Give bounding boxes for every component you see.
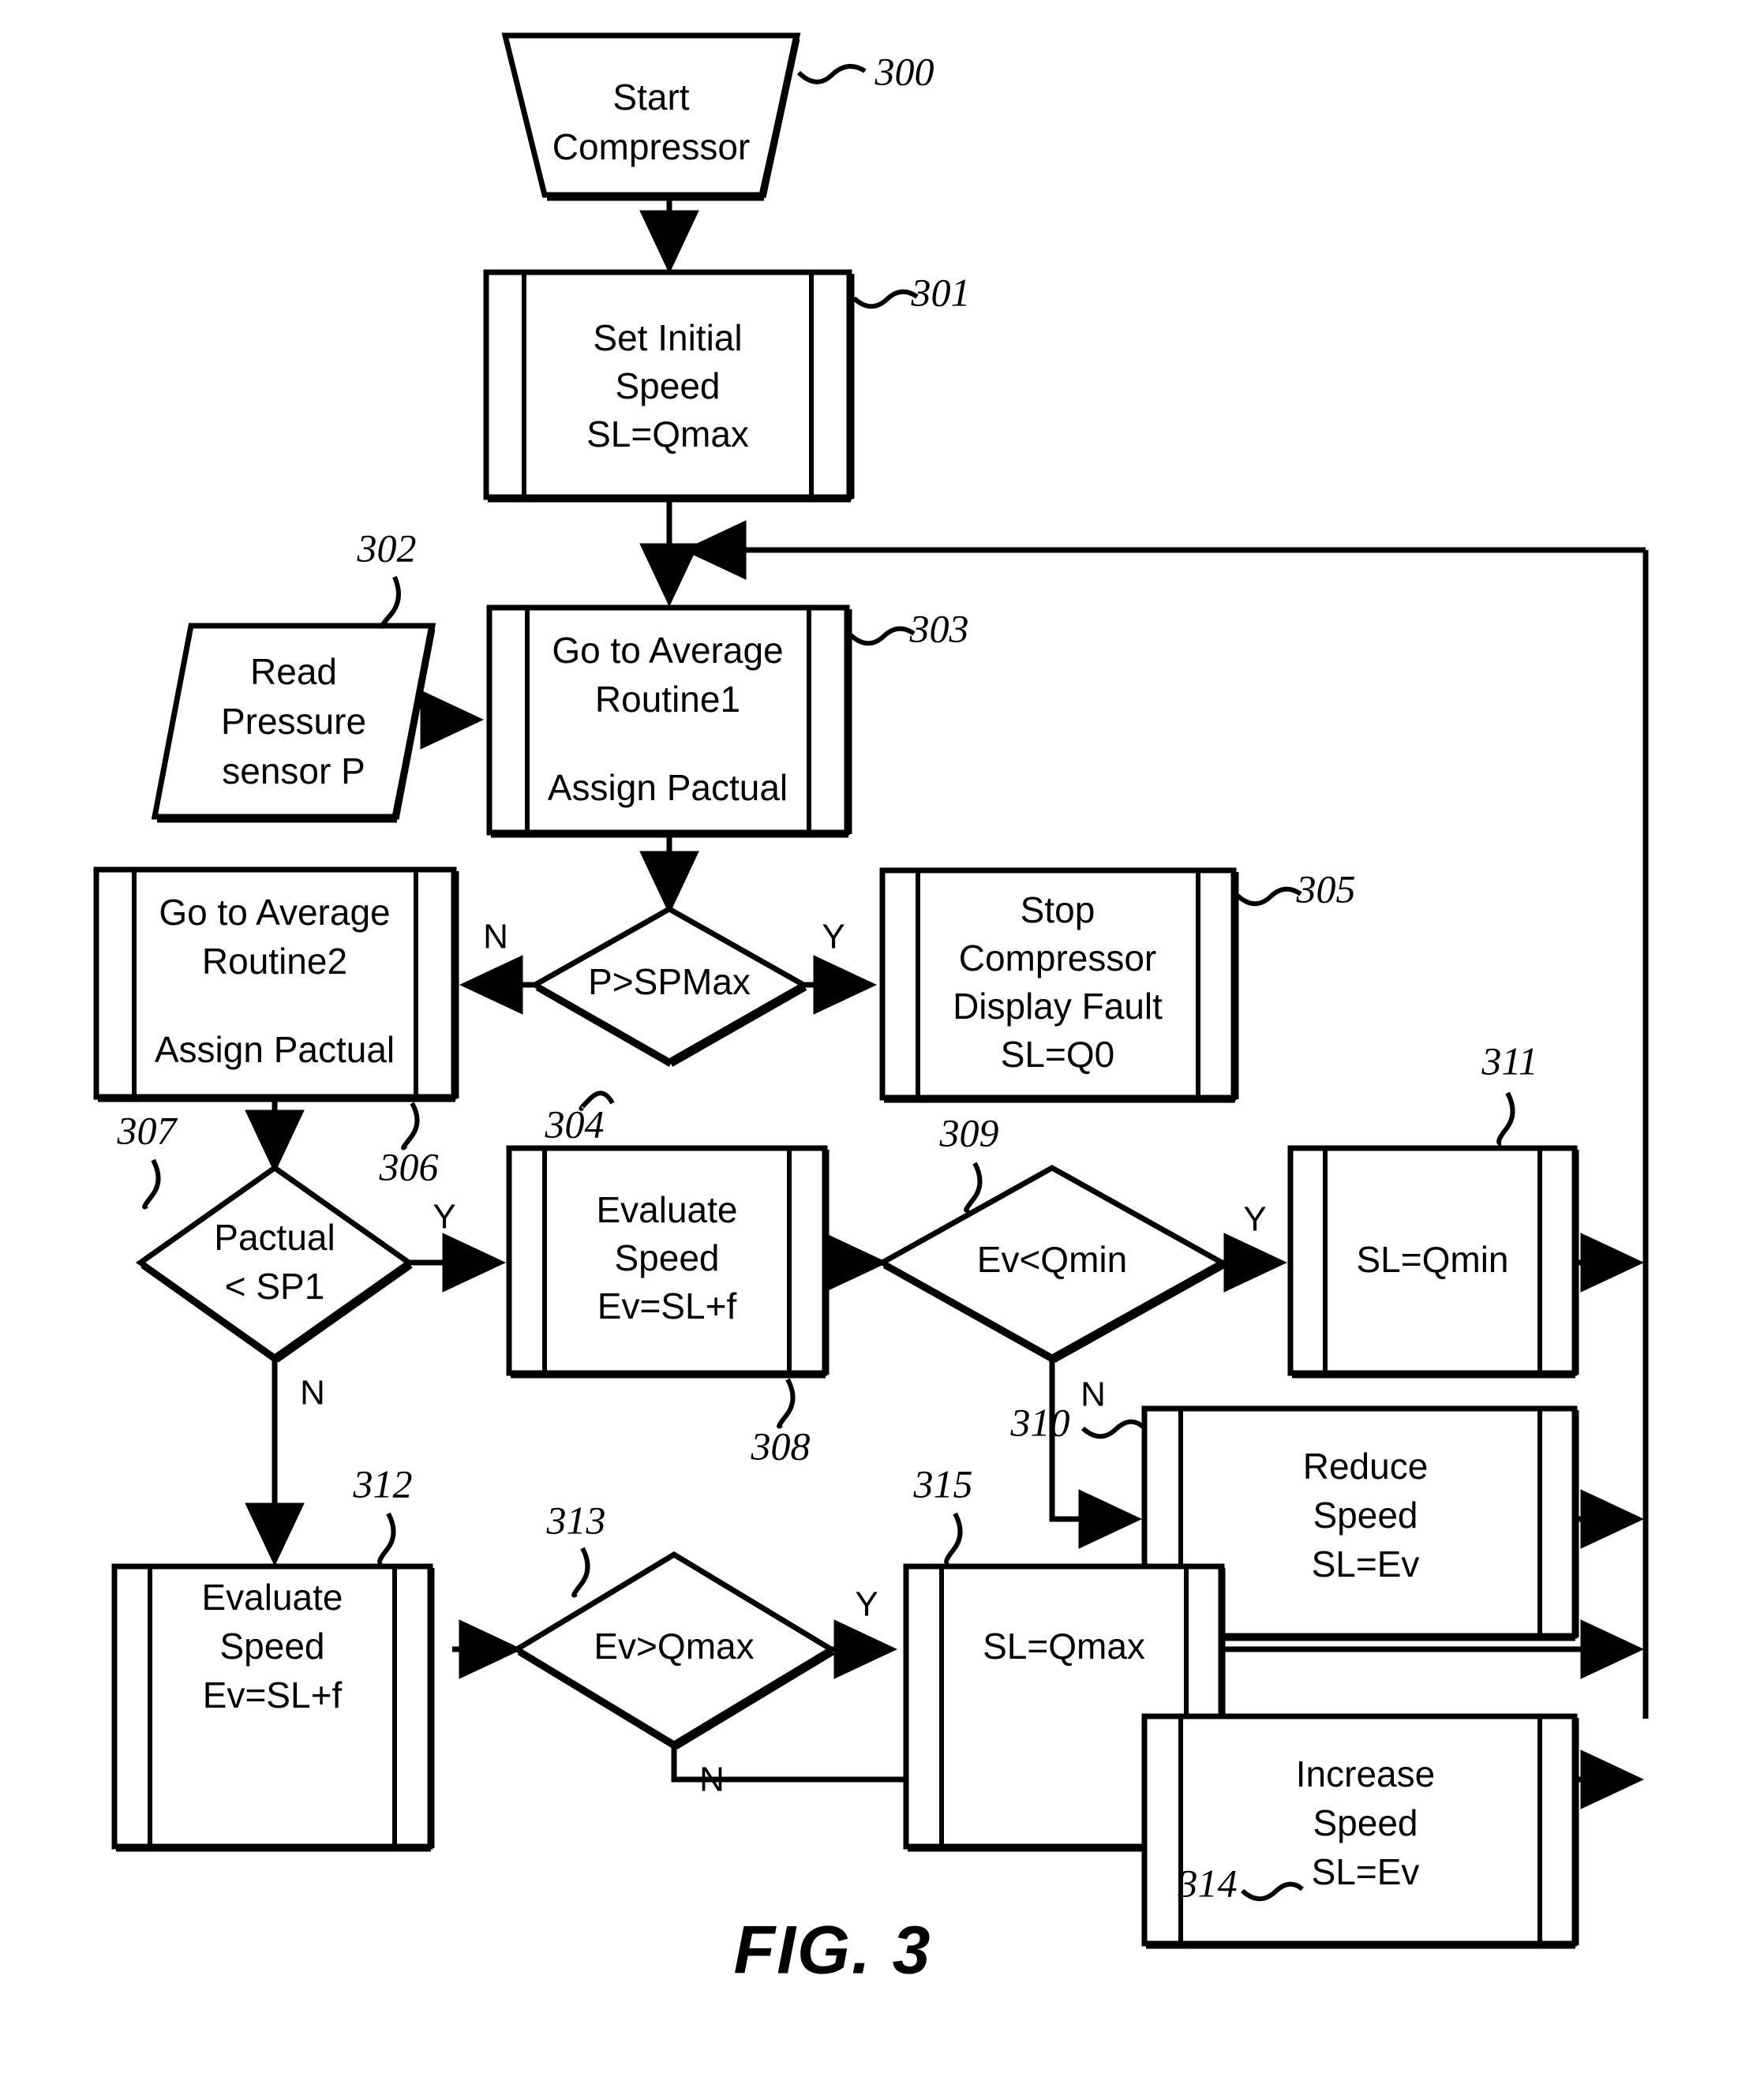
node-sl-eq-qmin[interactable]: SL=Qmin 311 [1287, 1038, 1579, 1379]
node-ev-gt-qmax[interactable]: Ev>Qmax 313 Y N [511, 1498, 878, 1799]
leader-302 [379, 575, 401, 629]
305-label-line1: Stop [1021, 889, 1095, 930]
307-diamond-shape [135, 1164, 414, 1361]
310-label-line2: Speed [1313, 1495, 1418, 1536]
ref-303: 303 [909, 606, 969, 650]
306-label-top-line2: Routine2 [202, 941, 347, 982]
node-set-initial-speed[interactable]: Set Initial Speed SL=Qmax 301 [483, 269, 971, 503]
leader-301 [852, 289, 919, 309]
313-label: Ev>Qmax [594, 1626, 754, 1667]
patent-figure-3: Start Compressor 300 Set Initial Speed S… [0, 0, 1764, 2088]
leader-312 [377, 1512, 396, 1566]
311-label: SL=Qmin [1356, 1239, 1508, 1280]
leader-309 [964, 1162, 983, 1213]
303-label-top-line2: Routine1 [595, 679, 740, 720]
309-branch-no: N [1080, 1375, 1106, 1414]
leader-303 [848, 626, 916, 646]
ref-307: 307 [117, 1108, 178, 1152]
314-label-line3: SL=Ev [1312, 1851, 1420, 1892]
312-label-line2: Speed [219, 1626, 324, 1667]
309-label: Ev<Qmin [977, 1239, 1127, 1280]
node-ev-lt-qmin[interactable]: Ev<Qmin 309 Y N [876, 1110, 1267, 1414]
306-label-bottom-line1: Assign Pactual [155, 1029, 395, 1070]
301-label-line1: Set Initial [593, 317, 742, 358]
310-label-line3: SL=Ev [1312, 1544, 1420, 1585]
node-average-routine1[interactable]: Go to Average Routine1 Assign Pactual 30… [486, 604, 969, 838]
leader-300 [796, 64, 867, 84]
leader-307 [142, 1158, 161, 1210]
node-increase-speed[interactable]: Increase Speed SL=Ev 314 [1141, 1713, 1579, 1949]
ref-308: 308 [751, 1424, 811, 1468]
start-label-line2: Compressor [552, 126, 751, 167]
306-label-top-line1: Go to Average [159, 892, 390, 933]
ref-302: 302 [357, 526, 417, 570]
start-label-line1: Start [612, 77, 689, 118]
leader-315 [944, 1512, 963, 1566]
node-start-compressor[interactable]: Start Compressor 300 [501, 32, 934, 201]
313-branch-yes: Y [855, 1585, 878, 1624]
303-label-bottom-line1: Assign Pactual [548, 767, 788, 808]
310-label-line1: Reduce [1303, 1446, 1429, 1487]
ref-313: 313 [546, 1498, 606, 1542]
309-branch-yes: Y [1243, 1200, 1266, 1239]
ref-300: 300 [875, 49, 934, 93]
305-label-line2: Compressor [959, 937, 1157, 979]
304-label: P>SPMax [588, 961, 751, 1002]
ref-311: 311 [1481, 1038, 1537, 1083]
308-label-line1: Evaluate [596, 1189, 737, 1230]
305-label-line4: SL=Q0 [1001, 1034, 1115, 1075]
307-label-line1: Pactual [214, 1217, 335, 1258]
leader-313 [571, 1547, 590, 1598]
ref-309: 309 [939, 1110, 999, 1154]
ref-314: 314 [1178, 1861, 1238, 1905]
ref-310: 310 [1010, 1400, 1070, 1444]
302-label-line2: Pressure [221, 701, 366, 742]
314-label-line1: Increase [1296, 1753, 1435, 1794]
301-label-line2: Speed [615, 365, 720, 406]
leader-311 [1496, 1091, 1515, 1146]
ref-312: 312 [353, 1461, 413, 1506]
312-label-line3: Ev=SL+f [203, 1675, 343, 1716]
302-label-line1: Read [250, 651, 337, 692]
308-label-line2: Speed [614, 1237, 719, 1278]
ref-306: 306 [379, 1144, 439, 1188]
315-label: SL=Qmax [983, 1626, 1145, 1667]
figure-caption: FIG. 3 [734, 1913, 932, 1989]
314-label-line2: Speed [1313, 1802, 1418, 1843]
308-label-line3: Ev=SL+f [597, 1285, 737, 1327]
313-branch-no: N [699, 1761, 725, 1799]
leader-310 [1080, 1419, 1144, 1439]
307-branch-yes: Y [433, 1198, 455, 1237]
304-branch-yes: Y [822, 918, 845, 956]
leader-308 [777, 1378, 796, 1429]
node-evaluate-speed-a[interactable]: Evaluate Speed Ev=SL+f 308 [506, 1145, 830, 1468]
leader-306 [401, 1102, 420, 1151]
302-label-line3: sensor P [222, 750, 365, 791]
303-label-top-line1: Go to Average [552, 630, 783, 671]
307-label-line2: < SP1 [225, 1266, 325, 1307]
node-read-pressure-sensor[interactable]: Read Pressure sensor P 302 [151, 526, 436, 823]
node-stop-compressor[interactable]: Stop Compressor Display Fault SL=Q0 305 [879, 866, 1356, 1103]
ref-315: 315 [913, 1461, 973, 1506]
flowchart-canvas: Start Compressor 300 Set Initial Speed S… [93, 32, 1649, 1989]
ref-305: 305 [1296, 866, 1356, 911]
ref-301: 301 [911, 270, 971, 314]
301-label-line3: SL=Qmax [586, 413, 749, 455]
ref-304: 304 [545, 1102, 605, 1146]
305-label-line3: Display Fault [953, 986, 1163, 1027]
304-branch-no: N [483, 918, 508, 956]
312-label-line1: Evaluate [201, 1577, 343, 1618]
307-branch-no: N [300, 1374, 325, 1413]
node-p-gt-spmax[interactable]: P>SPMax 304 Y N [483, 905, 845, 1146]
leader-305 [1235, 886, 1302, 907]
